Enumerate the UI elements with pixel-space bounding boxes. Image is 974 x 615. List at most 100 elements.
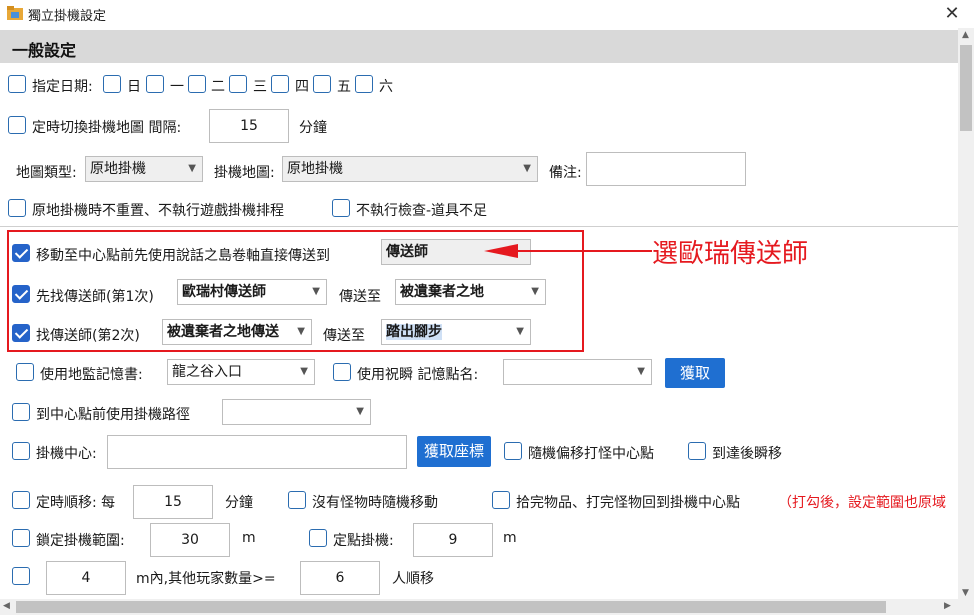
lock-range-unit: m (242, 530, 256, 546)
memory-book-select[interactable]: 龍之谷入口 ▼ (167, 359, 315, 385)
map-switch-checkbox[interactable] (8, 116, 26, 134)
memory-book-value: 龍之谷入口 (172, 364, 242, 380)
random-offset-checkbox[interactable] (504, 442, 522, 460)
random-offset-label: 隨機偏移打怪中心點 (528, 446, 654, 462)
note-input[interactable] (586, 152, 746, 186)
teleporter2-to-label: 傳送至 (323, 328, 365, 344)
path-select[interactable]: ▼ (222, 399, 371, 425)
specify-date-checkbox[interactable] (8, 75, 26, 93)
day-sat-checkbox[interactable] (355, 75, 373, 93)
center-label: 掛機中心: (36, 446, 97, 462)
fetch-button[interactable]: 獲取 (665, 358, 725, 388)
teleporter1-select[interactable]: 歐瑞村傳送師 ▼ (177, 279, 327, 305)
teleporter1-checkbox[interactable] (12, 285, 30, 303)
day-fri-label: 五 (337, 79, 351, 95)
lock-range-input[interactable]: 30 (150, 523, 230, 557)
blessing-label: 使用祝瞬 記憶點名: (357, 367, 479, 383)
center-checkbox[interactable] (12, 442, 30, 460)
no-monster-checkbox[interactable] (288, 491, 306, 509)
fixed-point-checkbox[interactable] (309, 529, 327, 547)
players-unit: 人順移 (392, 571, 434, 587)
map-type-value: 原地掛機 (90, 161, 146, 177)
teleporter2-destination-value: 踏出腳步 (386, 324, 442, 340)
teleporter2-label: 找傳送師(第2次) (36, 328, 140, 344)
day-sun-checkbox[interactable] (103, 75, 121, 93)
timed-move-input[interactable]: 15 (133, 485, 213, 519)
day-mon-label: 一 (170, 79, 184, 95)
horizontal-scroll-thumb[interactable] (16, 601, 886, 613)
chevron-down-icon: ▼ (637, 366, 645, 377)
section-title: 一般設定 (12, 41, 77, 60)
timed-move-checkbox[interactable] (12, 491, 30, 509)
scroll-down-icon[interactable]: ▼ (962, 588, 969, 598)
teleporter1-label: 先找傳送師(第1次) (36, 289, 154, 305)
scroll-up-icon[interactable]: ▲ (962, 30, 969, 40)
timed-move-unit: 分鐘 (225, 495, 253, 511)
chevron-down-icon: ▼ (356, 406, 364, 417)
no-check-label: 不執行檢查-道具不足 (356, 203, 488, 219)
idle-map-value: 原地掛機 (287, 161, 343, 177)
idle-map-label: 掛機地圖: (214, 165, 275, 181)
specify-date-label: 指定日期: (32, 79, 93, 95)
annotation-text: 選歐瑞傳送師 (652, 239, 809, 269)
chevron-down-icon: ▼ (188, 163, 196, 174)
day-sat-label: 六 (379, 79, 393, 95)
scroll-teleport-checkbox[interactable] (12, 244, 30, 262)
close-icon[interactable]: ✕ (940, 2, 964, 26)
day-wed-label: 三 (253, 79, 267, 95)
return-center-checkbox[interactable] (492, 491, 510, 509)
day-wed-checkbox[interactable] (229, 75, 247, 93)
fixed-point-unit: m (503, 530, 517, 546)
path-checkbox[interactable] (12, 403, 30, 421)
day-thu-checkbox[interactable] (271, 75, 289, 93)
no-reset-checkbox[interactable] (8, 199, 26, 217)
window-title: 獨立掛機設定 (28, 9, 107, 24)
folder-icon (7, 6, 23, 20)
no-check-checkbox[interactable] (332, 199, 350, 217)
day-fri-checkbox[interactable] (313, 75, 331, 93)
teleporter1-destination-value: 被遺棄者之地 (400, 284, 484, 300)
teleporter2-value: 被遺棄者之地傳送 (167, 324, 279, 340)
chevron-down-icon: ▼ (523, 163, 531, 174)
idle-map-select[interactable]: 原地掛機 ▼ (282, 156, 538, 182)
fetch-coords-button[interactable]: 獲取座標 (417, 436, 491, 467)
note-label: 備注: (549, 165, 582, 181)
map-switch-interval-input[interactable]: 15 (209, 109, 289, 143)
scroll-right-icon[interactable]: ▶ (944, 601, 951, 611)
fixed-point-label: 定點掛機: (333, 533, 394, 549)
teleporter1-destination-select[interactable]: 被遺棄者之地 ▼ (395, 279, 546, 305)
day-thu-label: 四 (295, 79, 309, 95)
chevron-down-icon: ▼ (312, 286, 320, 297)
teleporter1-to-label: 傳送至 (339, 289, 381, 305)
day-sun-label: 日 (127, 79, 141, 95)
blessing-checkbox[interactable] (333, 363, 351, 381)
teleporter2-destination-select[interactable]: 踏出腳步 ▼ (381, 319, 531, 345)
center-input[interactable] (107, 435, 407, 469)
players-checkbox[interactable] (12, 567, 30, 585)
section-header (0, 30, 958, 63)
teleporter2-select[interactable]: 被遺棄者之地傳送 ▼ (162, 319, 312, 345)
memory-book-label: 使用地監記憶書: (40, 367, 143, 383)
vertical-scroll-thumb[interactable] (960, 45, 972, 131)
scroll-left-icon[interactable]: ◀ (3, 601, 10, 611)
no-monster-label: 沒有怪物時隨機移動 (312, 495, 438, 511)
arrive-teleport-label: 到達後瞬移 (712, 446, 782, 462)
teleporter2-checkbox[interactable] (12, 324, 30, 342)
map-switch-label: 定時切換掛機地圖 間隔: (32, 120, 182, 136)
return-center-hint: （打勾後，設定範圍也原域 (778, 495, 946, 511)
fixed-point-input[interactable]: 9 (413, 523, 493, 557)
chevron-down-icon: ▼ (516, 326, 524, 337)
lock-range-checkbox[interactable] (12, 529, 30, 547)
chevron-down-icon: ▼ (300, 366, 308, 377)
memory-book-checkbox[interactable] (16, 363, 34, 381)
path-label: 到中心點前使用掛機路徑 (36, 407, 190, 423)
return-center-label: 拾完物品、打完怪物回到掛機中心點 (516, 495, 740, 511)
day-tue-checkbox[interactable] (188, 75, 206, 93)
players-range-input[interactable]: 4 (46, 561, 126, 595)
map-type-select[interactable]: 原地掛機 ▼ (85, 156, 203, 182)
blessing-select[interactable]: ▼ (503, 359, 652, 385)
arrive-teleport-checkbox[interactable] (688, 442, 706, 460)
day-mon-checkbox[interactable] (146, 75, 164, 93)
players-count-input[interactable]: 6 (300, 561, 380, 595)
teleporter1-value: 歐瑞村傳送師 (182, 284, 266, 300)
